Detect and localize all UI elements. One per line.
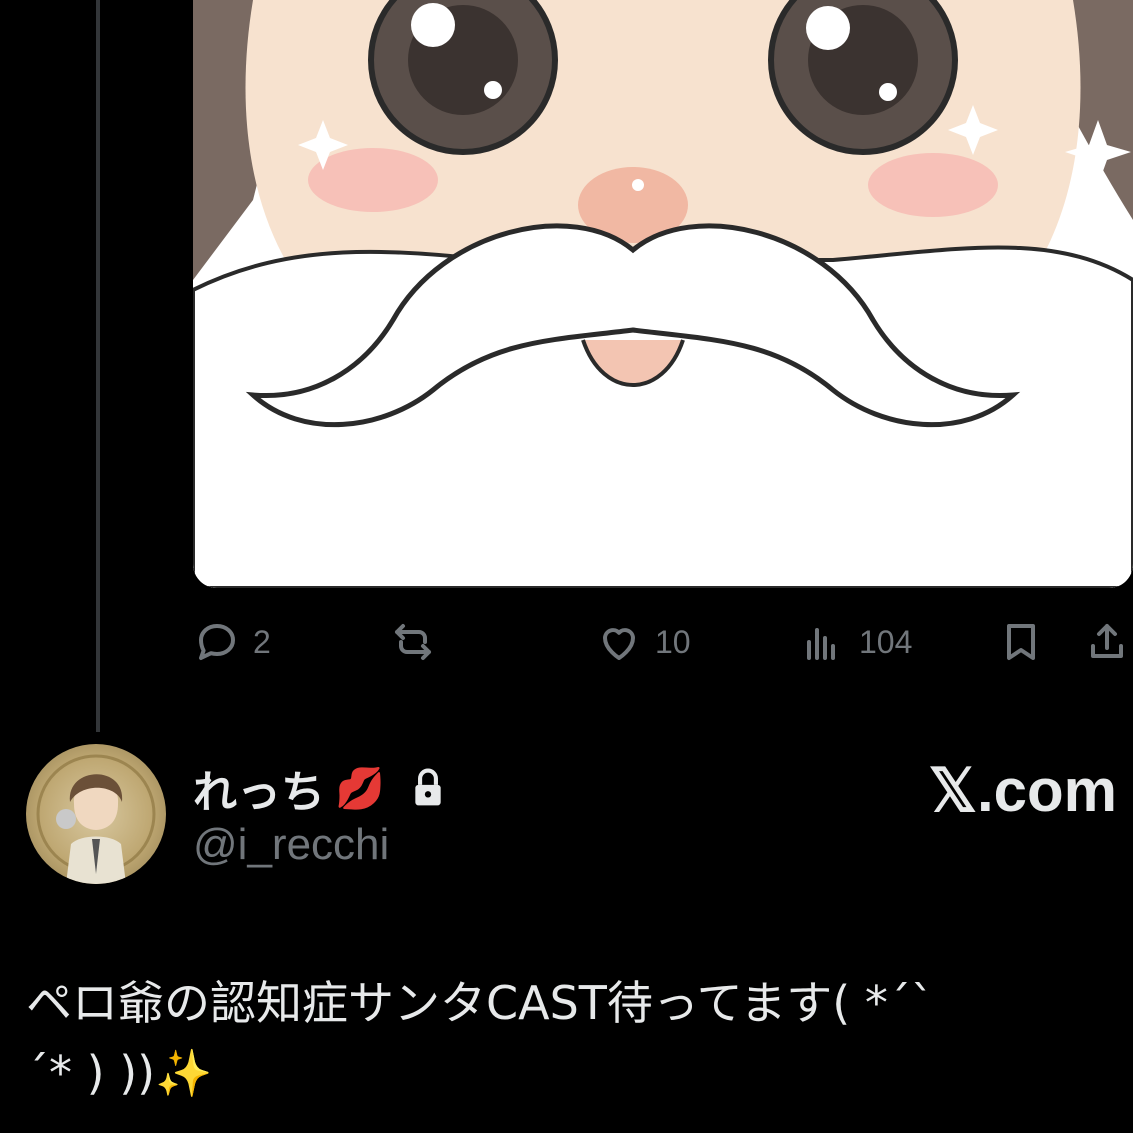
lips-emoji: 💋 xyxy=(335,765,385,812)
views-button[interactable]: 104 xyxy=(799,612,912,672)
thread-connector-line xyxy=(96,0,100,732)
bookmark-button[interactable] xyxy=(997,612,1045,672)
lock-icon xyxy=(415,768,441,806)
share-button[interactable] xyxy=(1083,612,1131,672)
bookmark-icon xyxy=(1007,624,1035,660)
tweet-text: ペロ爺の認知症サンタCAST待ってます( *ˊˋ ˊ* ) ))✨ xyxy=(26,976,934,1100)
author-display-name-row[interactable]: れっち 💋 xyxy=(193,756,447,820)
retweet-button[interactable] xyxy=(389,612,449,672)
x-brand-logo: 𝕏.com xyxy=(928,757,1117,824)
tweet-media-image[interactable] xyxy=(193,0,1133,588)
reply-icon xyxy=(199,624,235,660)
views-icon xyxy=(807,628,835,660)
tweet-action-bar: 2 10 104 xyxy=(193,612,1133,672)
like-count: 10 xyxy=(655,623,691,660)
share-icon xyxy=(1091,624,1123,658)
avatar[interactable] xyxy=(26,744,166,884)
author-display-name: れっち xyxy=(193,767,325,818)
heart-icon xyxy=(603,628,635,660)
reply-button[interactable]: 2 xyxy=(193,612,271,672)
avatar-image xyxy=(36,754,156,884)
like-button[interactable]: 10 xyxy=(595,612,691,672)
retweet-icon xyxy=(395,624,431,660)
santa-illustration xyxy=(193,0,1133,588)
author-handle[interactable]: @i_recchi xyxy=(193,820,389,870)
views-count: 104 xyxy=(859,623,913,660)
reply-count: 2 xyxy=(253,623,271,660)
